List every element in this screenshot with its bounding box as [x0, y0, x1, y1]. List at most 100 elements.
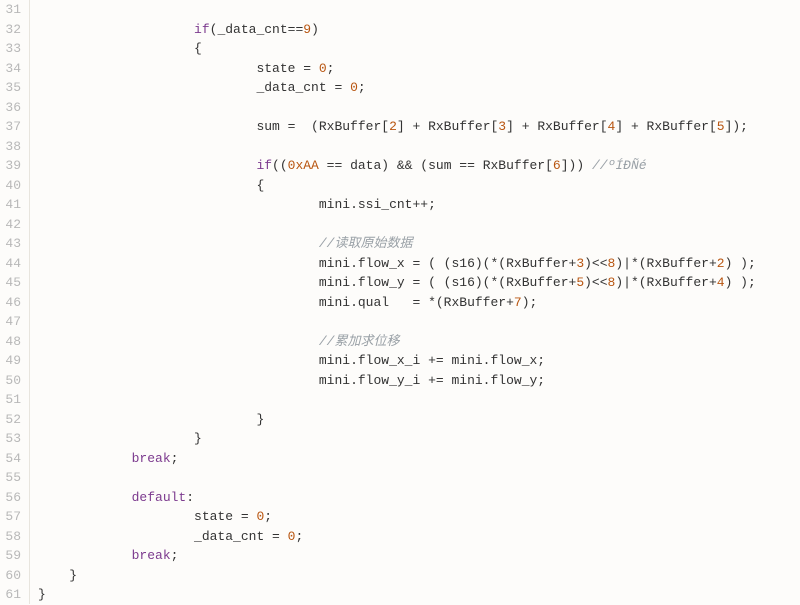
line-number: 51 — [0, 390, 21, 410]
code-line: default: — [38, 488, 800, 508]
code-line — [38, 468, 800, 488]
token-ident: )|*(RxBuffer+ — [615, 275, 716, 290]
token-ident: ]); — [725, 119, 748, 134]
token-kw: if — [194, 22, 210, 37]
token-comment: //累加求位移 — [319, 334, 400, 349]
code-line: } — [38, 410, 800, 430]
line-number: 42 — [0, 215, 21, 235]
code-line — [38, 98, 800, 118]
line-number: 37 — [0, 117, 21, 137]
code-line — [38, 215, 800, 235]
code-line: mini.flow_x = ( (s16)(*(RxBuffer+3)<<8)|… — [38, 254, 800, 274]
token-op: { — [256, 178, 264, 193]
line-number: 57 — [0, 507, 21, 527]
line-number: 52 — [0, 410, 21, 430]
line-number: 49 — [0, 351, 21, 371]
line-number: 56 — [0, 488, 21, 508]
code-line: mini.ssi_cnt++; — [38, 195, 800, 215]
token-num: 3 — [576, 256, 584, 271]
token-op: ; — [171, 451, 179, 466]
token-ident: ) ); — [725, 275, 756, 290]
line-number: 59 — [0, 546, 21, 566]
code-line: break; — [38, 449, 800, 469]
code-line: { — [38, 39, 800, 59]
code-line: if(_data_cnt==9) — [38, 20, 800, 40]
code-line — [38, 312, 800, 332]
token-op: ; — [264, 509, 272, 524]
line-number: 43 — [0, 234, 21, 254]
line-number: 60 — [0, 566, 21, 586]
code-line: sum = (RxBuffer[2] + RxBuffer[3] + RxBuf… — [38, 117, 800, 137]
line-number: 47 — [0, 312, 21, 332]
token-ident: ) ); — [725, 256, 756, 271]
token-ident: mini.qual = *(RxBuffer+ — [319, 295, 514, 310]
code-line: _data_cnt = 0; — [38, 527, 800, 547]
token-ident: )<< — [584, 275, 607, 290]
token-ident: mini.flow_x = ( (s16)(*(RxBuffer+ — [319, 256, 576, 271]
token-ident: _data_cnt = — [194, 529, 288, 544]
token-op: } — [256, 412, 264, 427]
token-op: { — [194, 41, 202, 56]
token-kw: break — [132, 451, 171, 466]
line-number: 33 — [0, 39, 21, 59]
token-ident: ); — [522, 295, 538, 310]
token-ident: mini.flow_y = ( (s16)(*(RxBuffer+ — [319, 275, 576, 290]
token-num: 0xAA — [288, 158, 319, 173]
line-number-gutter: 3132333435363738394041424344454647484950… — [0, 0, 30, 604]
line-number: 55 — [0, 468, 21, 488]
token-kw: if — [256, 158, 272, 173]
token-ident: ] + RxBuffer[ — [615, 119, 716, 134]
code-line — [38, 137, 800, 157]
token-op: } — [194, 431, 202, 446]
token-op: ; — [295, 529, 303, 544]
code-line: state = 0; — [38, 507, 800, 527]
code-line: } — [38, 585, 800, 604]
line-number: 61 — [0, 585, 21, 605]
code-line — [38, 390, 800, 410]
line-number: 34 — [0, 59, 21, 79]
token-num: 2 — [389, 119, 397, 134]
token-num: 6 — [553, 158, 561, 173]
line-number: 38 — [0, 137, 21, 157]
token-op: ) — [311, 22, 319, 37]
line-number: 40 — [0, 176, 21, 196]
line-number: 35 — [0, 78, 21, 98]
token-op: ; — [171, 548, 179, 563]
line-number: 46 — [0, 293, 21, 313]
line-number: 53 — [0, 429, 21, 449]
code-line: if((0xAA == data) && (sum == RxBuffer[6]… — [38, 156, 800, 176]
line-number: 36 — [0, 98, 21, 118]
line-number: 32 — [0, 20, 21, 40]
token-ident: ])) — [561, 158, 592, 173]
line-number: 48 — [0, 332, 21, 352]
line-number: 54 — [0, 449, 21, 469]
line-number: 44 — [0, 254, 21, 274]
code-line: state = 0; — [38, 59, 800, 79]
token-kw: break — [132, 548, 171, 563]
line-number: 45 — [0, 273, 21, 293]
line-number: 41 — [0, 195, 21, 215]
line-number: 39 — [0, 156, 21, 176]
token-num: 0 — [319, 61, 327, 76]
token-ident: state = — [256, 61, 318, 76]
token-comment: //ºÍĐÑé — [592, 158, 647, 173]
token-ident: )|*(RxBuffer+ — [615, 256, 716, 271]
code-line: mini.flow_x_i += mini.flow_x; — [38, 351, 800, 371]
token-num: 0 — [350, 80, 358, 95]
token-ident: mini.flow_x_i += mini.flow_x; — [319, 353, 545, 368]
code-line: //累加求位移 — [38, 332, 800, 352]
token-op: } — [38, 587, 46, 602]
token-num: 3 — [498, 119, 506, 134]
token-ident: sum = (RxBuffer[ — [256, 119, 389, 134]
token-ident: ] + RxBuffer[ — [397, 119, 498, 134]
code-line — [38, 0, 800, 20]
line-number: 31 — [0, 0, 21, 20]
code-line: mini.flow_y = ( (s16)(*(RxBuffer+5)<<8)|… — [38, 273, 800, 293]
code-line: { — [38, 176, 800, 196]
code-line: break; — [38, 546, 800, 566]
token-ident: mini.ssi_cnt++; — [319, 197, 436, 212]
token-num: 7 — [514, 295, 522, 310]
code-line: _data_cnt = 0; — [38, 78, 800, 98]
token-kw: default — [132, 490, 187, 505]
token-op: ; — [358, 80, 366, 95]
